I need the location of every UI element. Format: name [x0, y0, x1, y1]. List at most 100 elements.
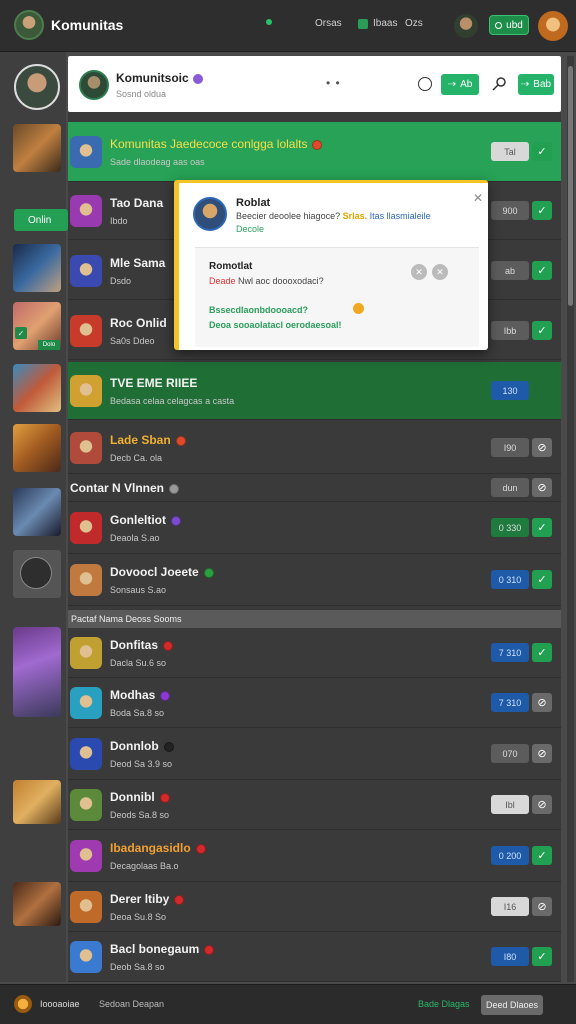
reply-text: Deade Nwl aoc doooxodaci? [209, 276, 324, 286]
scrollbar-thumb[interactable] [568, 66, 573, 306]
rail-game-thumb[interactable] [13, 124, 61, 172]
rail-game-thumb[interactable] [13, 488, 61, 536]
list-item[interactable]: Gonleltiot Deaola S.ao 0 330 ✓ [68, 502, 561, 554]
scrollbar[interactable] [567, 56, 574, 982]
list-item[interactable]: Donnibl Deods Sa.8 so Ibl ⊘ [68, 780, 561, 830]
user-avatar[interactable] [454, 14, 478, 38]
list-item[interactable]: Komunitas Jaedecoce conlgga lolalts Sade … [68, 122, 561, 182]
status-dot-icon [163, 741, 174, 752]
list-item[interactable]: Donnlob Deod Sa 3.9 so 070 ⊘ [68, 728, 561, 780]
check-icon[interactable]: ✓ [532, 201, 552, 220]
list-item[interactable]: Lade Sban Decb Ca. ola I90 ⊘ [68, 422, 561, 474]
member-count-badge[interactable]: I90 [491, 438, 529, 457]
pin-icon[interactable]: ✕ [411, 264, 427, 280]
check-icon[interactable]: ✓ [532, 570, 552, 589]
check-icon[interactable]: ✓ [532, 321, 552, 340]
circle-icon[interactable] [418, 77, 432, 91]
popup-message-2: Decole [236, 224, 265, 234]
rail-game-thumb[interactable] [13, 424, 61, 472]
action-icon[interactable]: ⊘ [532, 795, 552, 814]
header-button-2[interactable]: ⇢ Bab [518, 74, 554, 95]
member-count-badge[interactable]: Ibl [491, 795, 529, 814]
row-title: Derer ltiby [110, 892, 185, 906]
action-icon[interactable]: ⊘ [532, 897, 552, 916]
popup-avatar[interactable] [193, 197, 227, 231]
list-item[interactable]: Bacl bonegaum Deob Sa.8 so I80 ✓ [68, 932, 561, 982]
member-count-badge[interactable]: 900 [491, 201, 529, 220]
member-count-badge[interactable]: I16 [491, 897, 529, 916]
popup-message-highlight: Srlas. [342, 211, 368, 221]
chat-name-label: Komunitsoic [116, 71, 189, 85]
action-icon[interactable]: ⊘ [532, 438, 552, 457]
check-icon[interactable]: ✓ [532, 846, 552, 865]
more-dots-icon[interactable]: • • [326, 76, 341, 90]
list-item[interactable]: Contar N Vlnnen dun ⊘ [68, 474, 561, 502]
member-count-badge[interactable]: ab [491, 261, 529, 280]
action-icon[interactable]: ⊘ [532, 693, 552, 712]
member-count-badge[interactable]: 070 [491, 744, 529, 763]
row-title: Bacl bonegaum [110, 942, 215, 956]
chat-header: Komunitsoic Sosnd oldua • • ⇢ Ab ⇢ Bab [68, 56, 561, 112]
check-icon[interactable]: ✓ [532, 947, 552, 966]
online-status-button[interactable]: Onlin [14, 209, 68, 231]
top-link-1[interactable]: Orsas [315, 18, 342, 29]
close-icon[interactable]: ✕ [473, 191, 483, 205]
member-count-badge[interactable]: 7 310 [491, 643, 529, 662]
row-title: Dovoocl Joeete [110, 565, 214, 579]
row-title: Mle Sama [110, 256, 165, 270]
bottom-link[interactable]: Bade Dlagas [418, 999, 470, 1009]
popup-message-a: Beecier deoolee hiagoce? [236, 211, 343, 221]
row-title: Tao Dana [110, 196, 163, 210]
action-icon[interactable]: ⊘ [532, 744, 552, 763]
app-avatar[interactable] [14, 10, 44, 40]
list-item[interactable]: TVE EME RIIEE Bedasa celaa celagcas a cas… [68, 362, 561, 420]
community-icon [70, 840, 102, 872]
rail-user-avatar[interactable] [14, 64, 60, 110]
member-count-badge[interactable]: 7 310 [491, 693, 529, 712]
member-count-badge[interactable]: 0 310 [491, 570, 529, 589]
community-icon [70, 738, 102, 770]
member-count-badge[interactable]: Ibb [491, 321, 529, 340]
top-link-2[interactable]: Ibaas [358, 18, 397, 29]
popup-message-link[interactable]: Itas llasmialeile [367, 211, 431, 221]
community-icon [70, 687, 102, 719]
chat-name: Komunitsoic [116, 71, 203, 85]
list-item[interactable]: Modhas Boda Sa.8 so 7 310 ⊘ [68, 678, 561, 728]
check-icon[interactable]: ✓ [532, 142, 552, 161]
check-icon[interactable]: ✓ [532, 261, 552, 280]
list-item[interactable]: Derer ltiby Deoa Su.8 So I16 ⊘ [68, 882, 561, 932]
header-button-1[interactable]: ⇢ Ab [441, 74, 479, 95]
member-count-badge[interactable]: dun [491, 478, 529, 497]
dismiss-icon[interactable]: ✕ [432, 264, 448, 280]
status-dot-icon [312, 139, 323, 150]
rail-game-thumb[interactable] [13, 627, 61, 717]
rail-game-thumb[interactable] [13, 244, 61, 292]
chat-avatar[interactable] [79, 70, 109, 100]
action-icon[interactable]: ⊘ [532, 478, 552, 497]
list-item[interactable]: Donfitas Dacla Su.6 so 7 310 ✓ [68, 628, 561, 678]
bottom-avatar[interactable] [14, 995, 32, 1013]
list-item[interactable]: Ibadangasidlo Decagolaas Ba.o 0 200 ✓ [68, 830, 561, 882]
rail-game-thumb[interactable] [13, 364, 61, 412]
top-bar: Komunitas Orsas Ibaas Ozs ubd [0, 0, 576, 52]
row-title: Gonleltiot [110, 513, 181, 527]
search-icon[interactable] [491, 76, 507, 92]
member-count-badge[interactable]: I80 [491, 947, 529, 966]
member-count-badge[interactable]: Tal [491, 142, 529, 161]
member-count-badge[interactable]: 0 330 [491, 518, 529, 537]
profile-avatar[interactable] [538, 11, 568, 41]
arrow-icon: ⇢ [520, 79, 530, 90]
popup-reply-box: Romotlat Deade Nwl aoc doooxodaci? ✕ ✕ B… [195, 247, 479, 347]
member-count-badge[interactable]: 130 [491, 381, 529, 400]
top-pill-button[interactable]: ubd [489, 15, 529, 35]
rail-game-thumb[interactable] [13, 780, 61, 824]
row-subtitle: Dacla Su.6 so [110, 658, 167, 668]
list-item[interactable]: Dovoocl Joeete Sonsaus S.ao 0 310 ✓ [68, 554, 561, 606]
member-count-badge[interactable]: 0 200 [491, 846, 529, 865]
community-icon [70, 564, 102, 596]
check-icon[interactable]: ✓ [532, 518, 552, 537]
check-icon[interactable]: ✓ [532, 643, 552, 662]
top-link-3[interactable]: Ozs [405, 18, 423, 29]
rail-game-thumb[interactable] [13, 882, 61, 926]
bottom-button[interactable]: Deed Dlaoes [481, 995, 543, 1015]
